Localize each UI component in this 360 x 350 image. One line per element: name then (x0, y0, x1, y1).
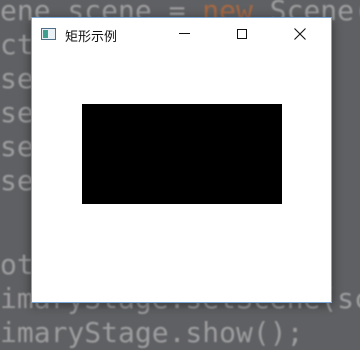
window-title: 矩形示例 (65, 30, 118, 45)
app-window: 矩形示例 (31, 17, 332, 303)
code-line: ot (0, 248, 34, 281)
close-icon (294, 27, 306, 40)
code-line: se (0, 164, 34, 197)
minimize-button[interactable] (161, 18, 207, 49)
close-button[interactable] (277, 18, 323, 49)
code-line: se (0, 62, 34, 95)
window-content (32, 49, 331, 302)
app-icon (41, 28, 56, 40)
title-bar[interactable]: 矩形示例 (32, 18, 331, 49)
code-line: se (0, 96, 34, 129)
minimize-icon (178, 33, 190, 34)
black-rectangle (82, 104, 282, 204)
maximize-icon (237, 28, 247, 39)
code-line: se (0, 130, 34, 163)
code-line: ct (0, 28, 34, 61)
code-line: imaryStage.show(); (0, 316, 304, 349)
maximize-button[interactable] (219, 18, 265, 49)
